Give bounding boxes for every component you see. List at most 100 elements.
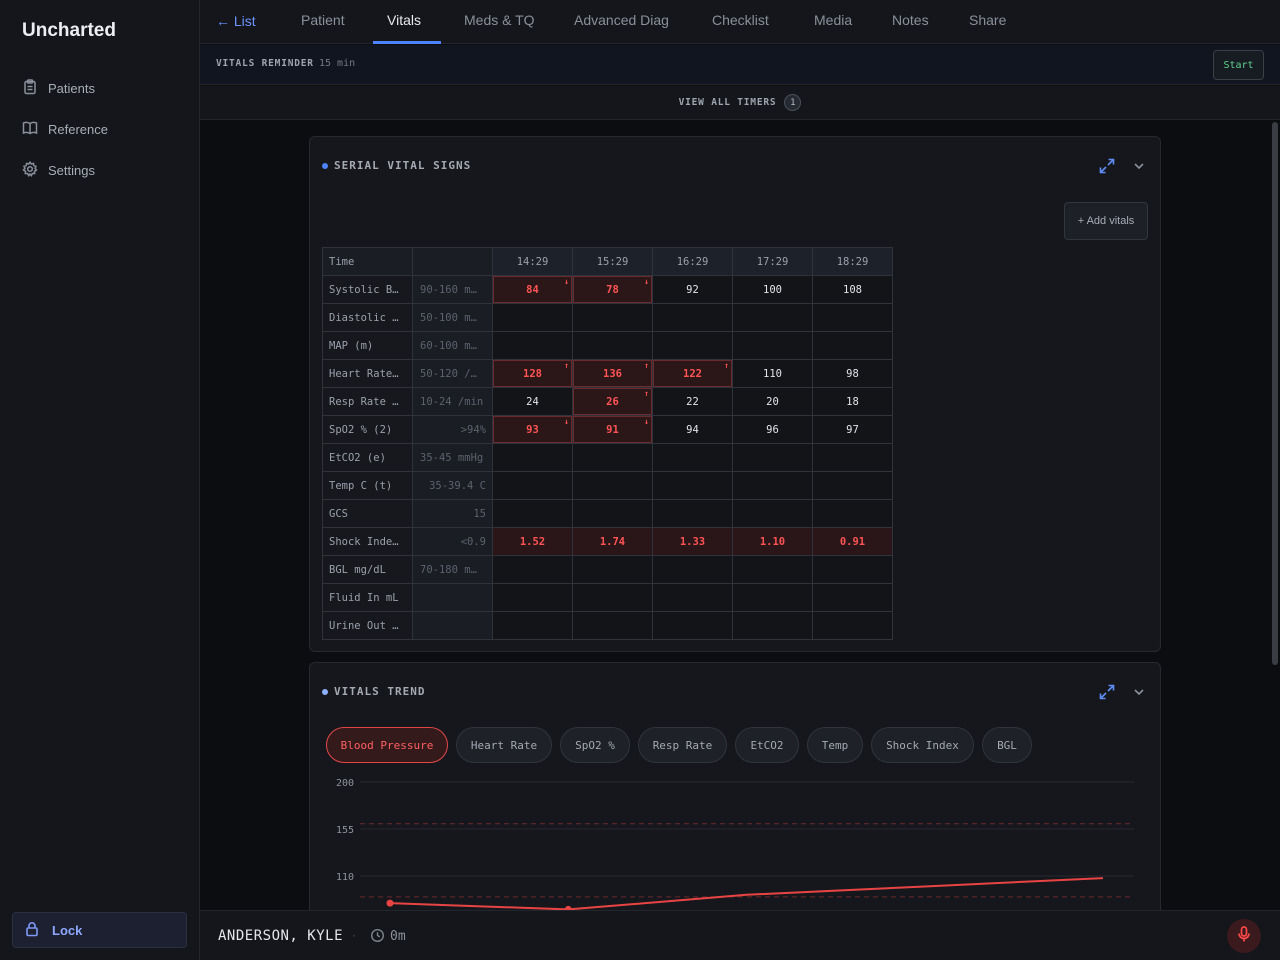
time-column-header[interactable]: 15:29 (572, 247, 653, 276)
vital-value-cell[interactable]: 110 (732, 359, 813, 388)
vital-value-cell[interactable] (492, 471, 573, 500)
vital-value-cell[interactable]: 0.91 (812, 527, 893, 556)
card-title-text: SERIAL VITAL SIGNS (334, 159, 472, 172)
back-to-list-link[interactable]: ← List (216, 13, 256, 29)
vital-label: Fluid In mL (322, 583, 413, 612)
expand-icon[interactable] (1098, 157, 1116, 180)
vital-label: Temp C (t) (322, 471, 413, 500)
tab-vitals[interactable]: Vitals (387, 12, 421, 28)
vital-value-cell[interactable] (652, 499, 733, 528)
vital-value-cell[interactable] (812, 443, 893, 472)
vital-value-cell[interactable]: 136 ↑ (572, 359, 653, 388)
sidebar-item-settings[interactable]: Settings (22, 160, 95, 180)
vital-value-cell[interactable]: 18 (812, 387, 893, 416)
vital-value-cell[interactable] (652, 583, 733, 612)
vital-value-cell[interactable] (572, 443, 653, 472)
vital-value-cell[interactable] (732, 583, 813, 612)
lock-button[interactable]: Lock (12, 912, 187, 948)
vital-value-cell[interactable]: 122 ↑ (652, 359, 733, 388)
vital-value-cell[interactable] (572, 471, 653, 500)
vital-value-cell[interactable] (572, 303, 653, 332)
arrow-up-icon: ↑ (564, 361, 569, 370)
start-timer-button[interactable]: Start (1213, 50, 1264, 80)
vital-value-cell[interactable] (572, 555, 653, 584)
vital-value-cell[interactable]: 100 (732, 275, 813, 304)
time-column-header[interactable]: 18:29 (812, 247, 893, 276)
tab-share[interactable]: Share (969, 12, 1006, 28)
vital-value-cell[interactable] (492, 303, 573, 332)
vital-value-cell[interactable]: 96 (732, 415, 813, 444)
time-column-header[interactable]: 14:29 (492, 247, 573, 276)
time-column-header[interactable]: 16:29 (652, 247, 733, 276)
vital-value-cell[interactable] (732, 611, 813, 640)
vital-value-cell[interactable]: 84 ↓ (492, 275, 573, 304)
view-all-timers-button[interactable]: VIEW ALL TIMERS 1 (200, 86, 1280, 120)
vital-value-cell[interactable] (652, 443, 733, 472)
vital-value-cell[interactable] (492, 555, 573, 584)
vital-value-cell[interactable]: 1.33 (652, 527, 733, 556)
vital-value-cell[interactable]: 1.10 (732, 527, 813, 556)
vital-value-cell[interactable]: 108 (812, 275, 893, 304)
vital-value-cell[interactable] (732, 471, 813, 500)
vital-value-cell[interactable]: 128 ↑ (492, 359, 573, 388)
vital-value-cell[interactable] (652, 303, 733, 332)
vital-value-cell[interactable] (812, 555, 893, 584)
chevron-down-icon[interactable] (1130, 157, 1148, 180)
vital-value-cell[interactable] (492, 611, 573, 640)
data-point[interactable] (386, 899, 394, 907)
vital-value-cell[interactable]: 78 ↓ (572, 275, 653, 304)
vital-value-cell[interactable]: 24 (492, 387, 573, 416)
sidebar-item-reference[interactable]: Reference (22, 120, 108, 139)
vital-value-cell[interactable] (812, 583, 893, 612)
vital-value-cell[interactable] (652, 471, 733, 500)
tab-advanced-diag[interactable]: Advanced Diag (574, 12, 669, 28)
tab-patient[interactable]: Patient (301, 12, 345, 28)
vital-value-cell[interactable]: 97 (812, 415, 893, 444)
reminder-interval: 15 min (319, 58, 356, 69)
vital-value-cell[interactable] (732, 499, 813, 528)
vital-value-cell[interactable]: 92 (652, 275, 733, 304)
vital-value-cell[interactable]: 22 (652, 387, 733, 416)
vital-value-cell[interactable] (812, 611, 893, 640)
vital-value-cell[interactable]: 98 (812, 359, 893, 388)
vital-value-cell[interactable] (732, 331, 813, 360)
vital-value-cell[interactable] (732, 443, 813, 472)
add-vitals-button[interactable]: + Add vitals (1064, 202, 1148, 240)
vital-value-cell[interactable]: 93 ↓ (492, 415, 573, 444)
vital-label: Systolic B… (322, 275, 413, 304)
vital-value-cell[interactable]: 26 ↑ (572, 387, 653, 416)
vital-value-cell[interactable] (572, 583, 653, 612)
vital-value-cell[interactable] (652, 555, 733, 584)
vital-range: 50-120 /… (412, 359, 493, 388)
tab-media[interactable]: Media (814, 12, 852, 28)
time-column-header[interactable]: 17:29 (732, 247, 813, 276)
vital-value-cell[interactable] (492, 331, 573, 360)
vital-value-cell[interactable] (492, 583, 573, 612)
tab-notes[interactable]: Notes (892, 12, 929, 28)
vital-value-cell[interactable] (492, 499, 573, 528)
vital-value-cell[interactable] (572, 611, 653, 640)
vital-value-cell[interactable] (652, 331, 733, 360)
vital-value-cell[interactable]: 1.52 (492, 527, 573, 556)
vital-value-cell[interactable] (732, 303, 813, 332)
sidebar-item-patients[interactable]: Patients (22, 79, 95, 98)
vital-value-cell[interactable] (492, 443, 573, 472)
back-link-label: List (233, 13, 256, 29)
lock-label: Lock (52, 922, 83, 938)
vital-value-cell[interactable]: 20 (732, 387, 813, 416)
vital-value-cell[interactable] (812, 499, 893, 528)
vital-value-cell[interactable]: 1.74 (572, 527, 653, 556)
vital-value-cell[interactable]: 91 ↓ (572, 415, 653, 444)
tab-meds-tq[interactable]: Meds & TQ (464, 12, 535, 28)
vital-value-cell[interactable] (652, 611, 733, 640)
content-scrollbar[interactable] (1272, 122, 1278, 665)
vital-value-cell[interactable] (812, 471, 893, 500)
tab-checklist[interactable]: Checklist (712, 12, 769, 28)
vital-value-cell[interactable] (812, 303, 893, 332)
vital-value-cell[interactable]: 94 (652, 415, 733, 444)
vital-value-cell[interactable] (572, 331, 653, 360)
vital-value-cell[interactable] (572, 499, 653, 528)
vital-value-cell[interactable] (732, 555, 813, 584)
microphone-button[interactable] (1227, 919, 1261, 953)
vital-value-cell[interactable] (812, 331, 893, 360)
